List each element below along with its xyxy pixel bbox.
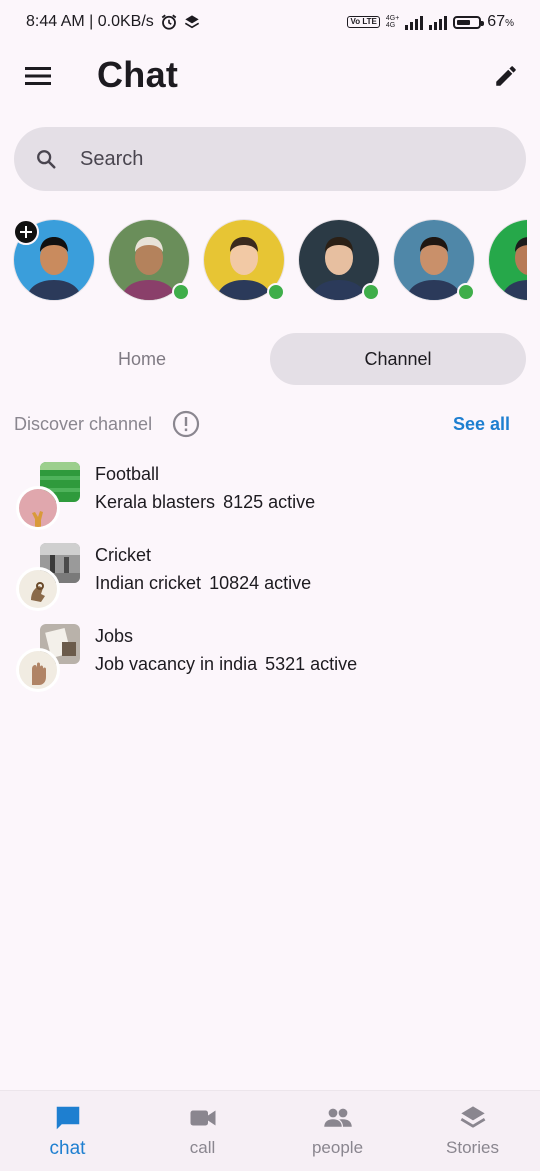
- channel-name: Football: [95, 464, 160, 484]
- channel-item[interactable]: Jobs Job vacancy in india 5321 active: [14, 624, 526, 694]
- status-time: 8:44 AM | 0.0KB/s: [26, 13, 154, 30]
- alarm-icon: [161, 14, 177, 30]
- status-right: Vo LTE 4G+ 4G 67%: [347, 13, 514, 31]
- channel-description: Indian cricket: [95, 573, 202, 593]
- segmented-tabs: Home Channel: [14, 333, 526, 385]
- discover-header: Discover channel See all: [14, 410, 526, 440]
- nav-chat[interactable]: chat: [0, 1091, 135, 1171]
- channel-avatar: [16, 486, 60, 530]
- menu-button[interactable]: [18, 58, 58, 94]
- channel-item[interactable]: Football Kerala blasters 8125 active: [14, 462, 526, 532]
- see-all-link[interactable]: See all: [453, 414, 510, 435]
- nav-call[interactable]: call: [135, 1091, 270, 1171]
- story-contact-5[interactable]: [488, 219, 527, 301]
- status-bar: 8:44 AM | 0.0KB/s Vo LTE 4G+ 4G 67%: [0, 0, 540, 46]
- search-bar[interactable]: [14, 127, 526, 191]
- status-left: 8:44 AM | 0.0KB/s: [26, 13, 200, 31]
- bottom-navigation: chat call people Stories: [0, 1090, 540, 1171]
- stories-row[interactable]: [13, 219, 527, 301]
- channel-active-count: 5321 active: [265, 654, 358, 674]
- nav-label: Stories: [446, 1138, 499, 1157]
- story-contact-4[interactable]: [393, 219, 475, 301]
- video-camera-icon: [188, 1103, 218, 1133]
- edit-button[interactable]: [488, 58, 524, 94]
- signal-icon: [405, 14, 424, 30]
- channel-avatar: [16, 567, 60, 611]
- menu-icon: [25, 67, 51, 85]
- signal-icon-2: [429, 14, 448, 30]
- nav-stories[interactable]: Stories: [405, 1091, 540, 1171]
- nav-people[interactable]: people: [270, 1091, 405, 1171]
- battery-fill: [457, 19, 471, 25]
- battery-percent: 67%: [487, 13, 514, 30]
- channel-description: Kerala blasters: [95, 492, 216, 512]
- layers-status-icon: [184, 15, 199, 29]
- search-icon: [34, 147, 58, 171]
- network-type-bottom: 4G: [385, 22, 396, 29]
- page-title: Chat: [97, 54, 179, 95]
- chat-bubble-icon: [53, 1103, 83, 1133]
- story-contact-3[interactable]: [298, 219, 380, 301]
- app-bar: Chat: [0, 46, 540, 106]
- nav-label: people: [311, 1138, 364, 1157]
- discover-label: Discover channel: [14, 414, 153, 434]
- channel-active-count: 10824 active: [209, 573, 312, 593]
- avatar: [488, 219, 527, 301]
- info-icon[interactable]: [172, 410, 200, 438]
- search-input[interactable]: [78, 146, 482, 172]
- nav-label: call: [189, 1138, 216, 1157]
- channel-item[interactable]: Cricket Indian cricket 10824 active: [14, 543, 526, 613]
- channel-subtitle: Job vacancy in india 5321 active: [95, 654, 357, 675]
- channel-name: Cricket: [95, 545, 152, 565]
- tab-channel[interactable]: Channel: [270, 333, 526, 385]
- story-my-story[interactable]: [13, 219, 95, 301]
- story-contact-1[interactable]: [108, 219, 190, 301]
- channel-avatar: [16, 648, 60, 692]
- online-indicator: [267, 283, 285, 301]
- volte-badge: Vo LTE: [347, 16, 380, 28]
- network-type: 4G+ 4G: [386, 15, 399, 29]
- edit-pencil-icon: [496, 66, 516, 86]
- online-indicator: [457, 283, 475, 301]
- channel-subtitle: Kerala blasters 8125 active: [95, 492, 315, 513]
- channel-name: Jobs: [95, 626, 134, 646]
- people-icon: [323, 1103, 353, 1133]
- battery-icon: [453, 15, 485, 29]
- tab-home[interactable]: Home: [14, 333, 270, 385]
- add-story-icon[interactable]: [13, 219, 39, 245]
- story-contact-2[interactable]: [203, 219, 285, 301]
- nav-label: chat: [49, 1138, 86, 1159]
- channel-active-count: 8125 active: [223, 492, 316, 512]
- online-indicator: [172, 283, 190, 301]
- channel-subtitle: Indian cricket 10824 active: [95, 573, 311, 594]
- channel-description: Job vacancy in india: [95, 654, 258, 674]
- network-type-top: 4G+: [385, 15, 400, 22]
- online-indicator: [362, 283, 380, 301]
- layers-icon: [458, 1103, 488, 1133]
